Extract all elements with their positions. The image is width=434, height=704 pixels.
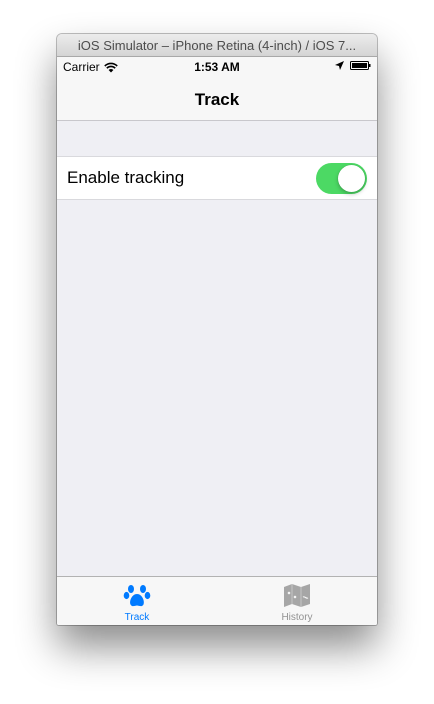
device-screen: Carrier 1:53 AM Track Enable tracking Tr… (57, 57, 377, 625)
nav-title: Track (194, 90, 240, 109)
status-right-group (335, 61, 371, 70)
tab-history[interactable]: History (217, 577, 377, 625)
tab-bar: Track History (57, 576, 377, 625)
status-time: 1:53 AM (194, 60, 240, 74)
map-icon (284, 584, 310, 607)
simulator-window: iOS Simulator – iPhone Retina (4-inch) /… (57, 34, 377, 625)
status-bar: Carrier 1:53 AM (57, 57, 377, 77)
toggle-knob (338, 165, 365, 192)
window-title: iOS Simulator – iPhone Retina (4-inch) /… (57, 34, 377, 57)
settings-row-enable-tracking: Enable tracking (57, 156, 377, 200)
location-arrow-icon (335, 61, 344, 70)
paw-icon (123, 585, 151, 607)
enable-tracking-toggle[interactable] (316, 163, 367, 194)
navigation-bar: Track (57, 77, 377, 121)
tab-history-label: History (281, 612, 313, 623)
tab-track-label: Track (124, 612, 150, 623)
battery-icon (350, 61, 371, 70)
tab-track[interactable]: Track (57, 577, 217, 625)
enable-tracking-label: Enable tracking (67, 168, 185, 187)
